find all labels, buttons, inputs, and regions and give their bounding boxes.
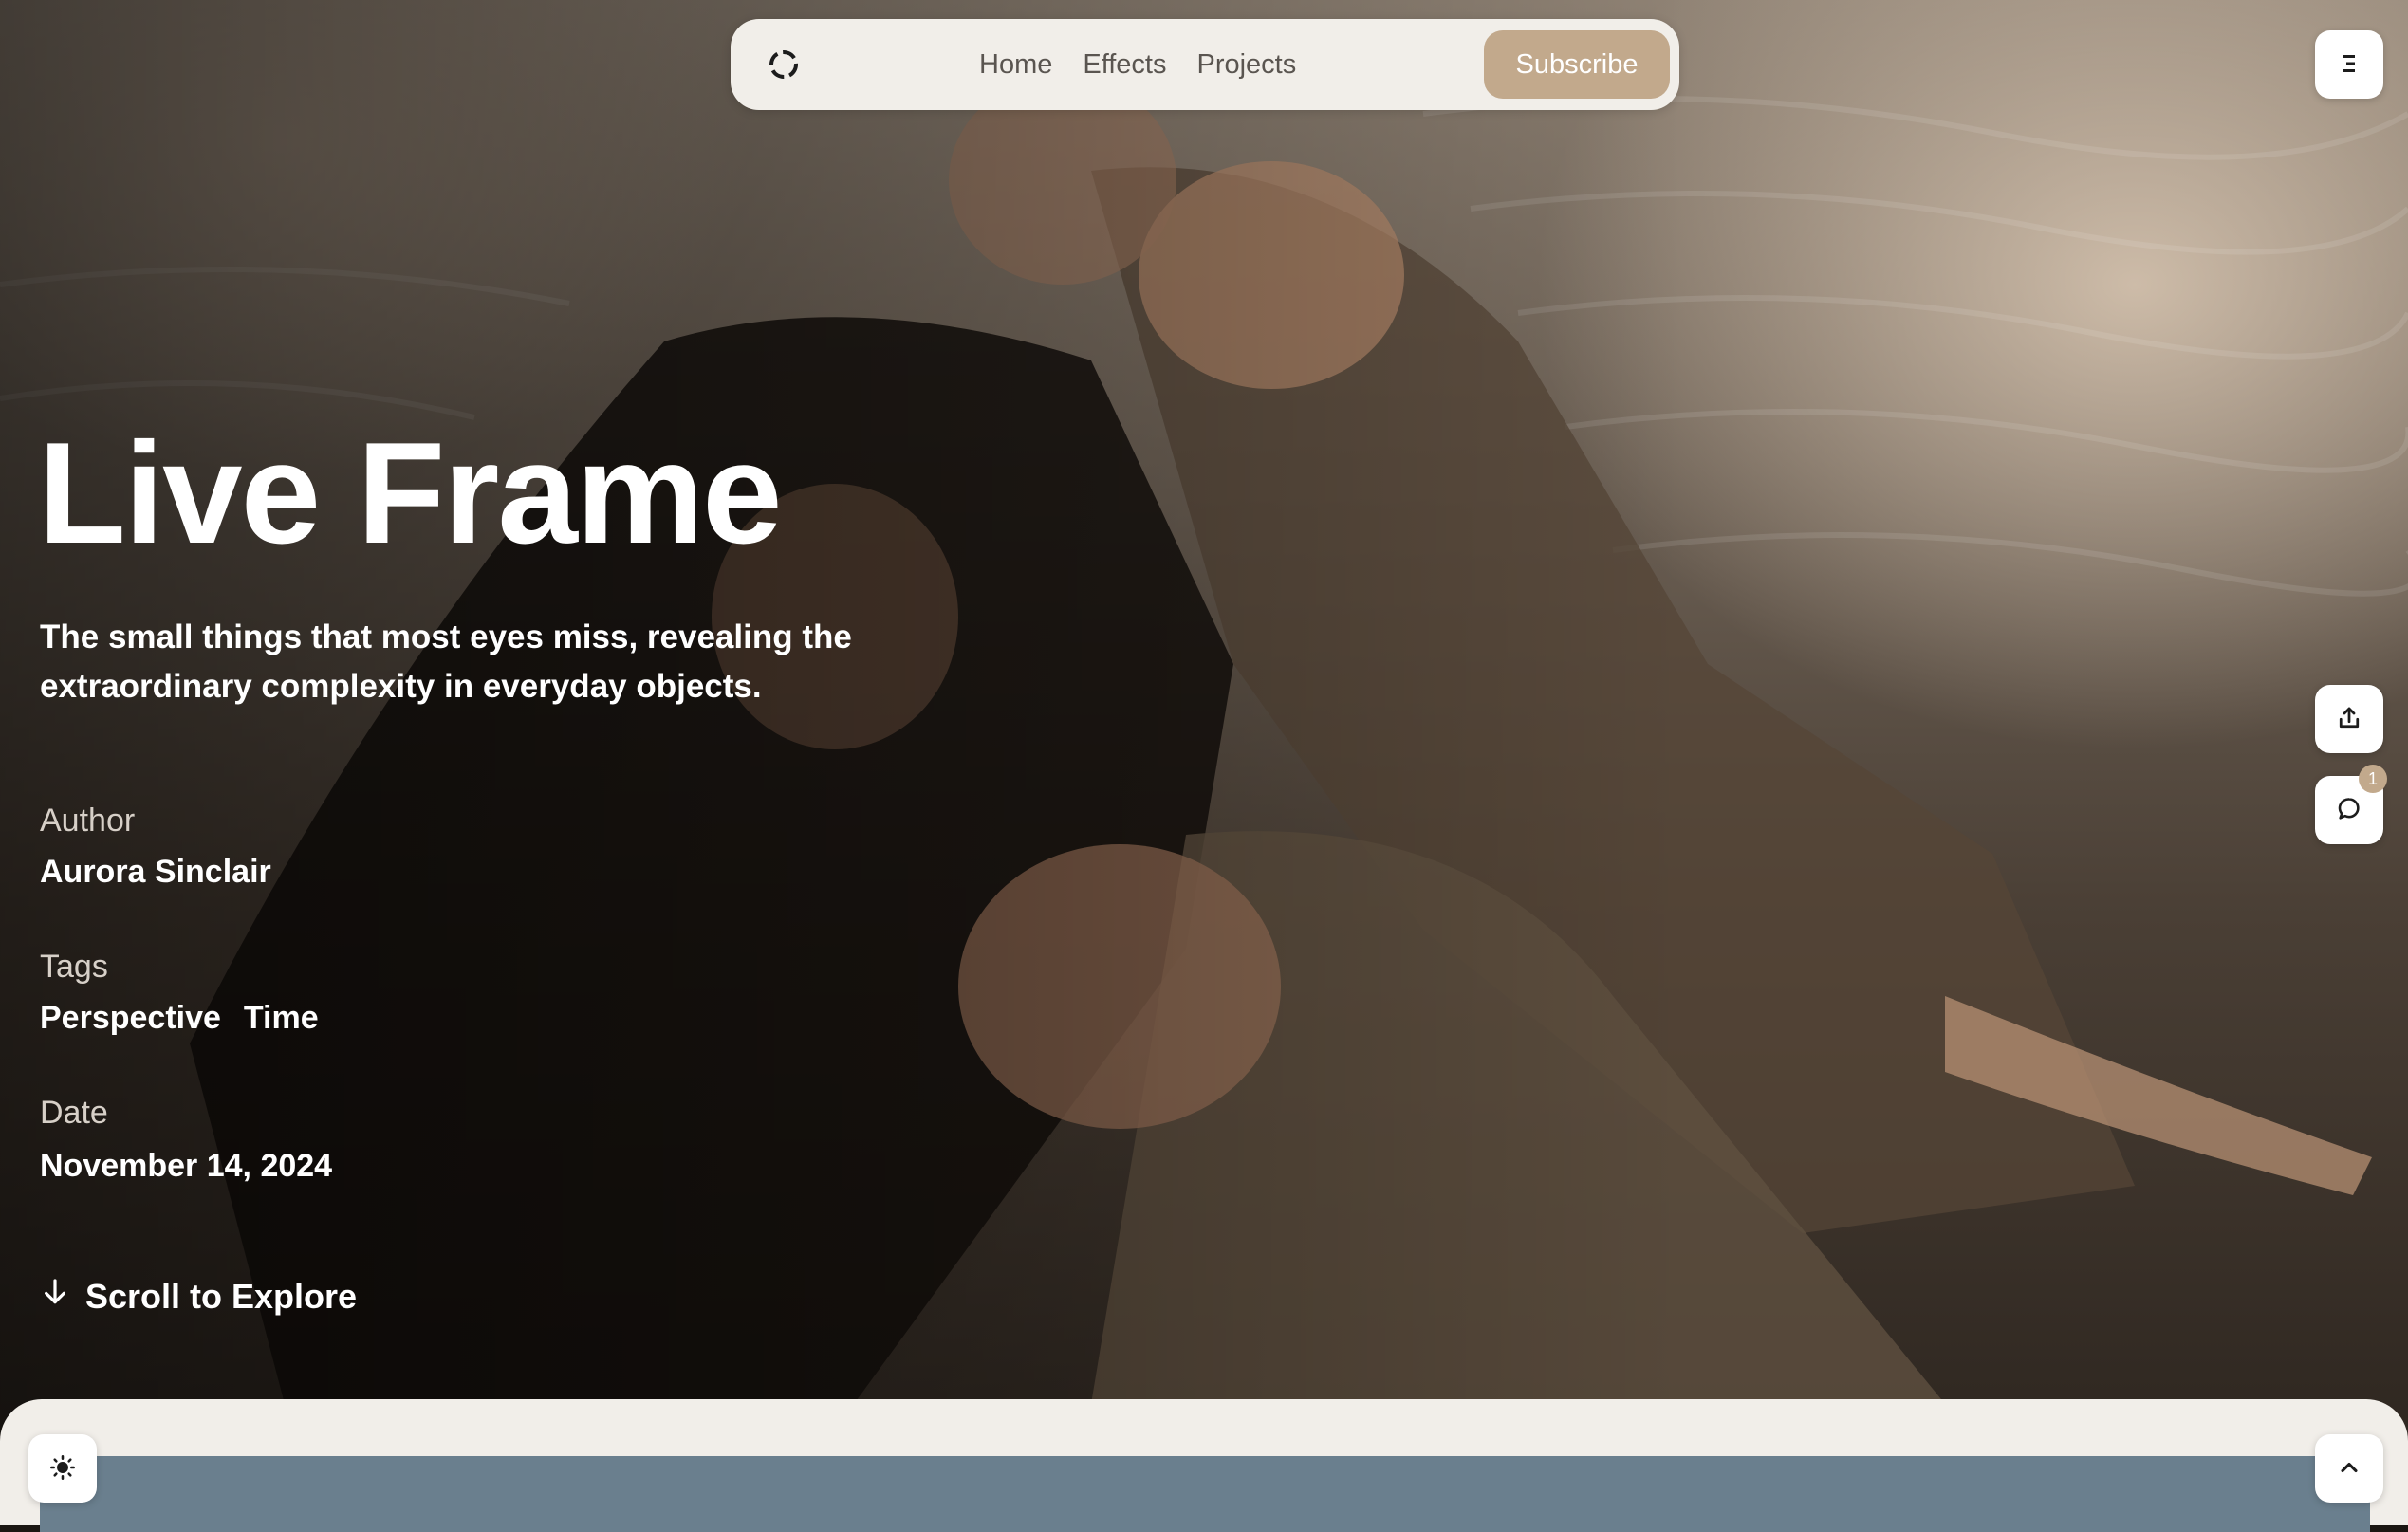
top-navbar: Home Effects Projects Subscribe (731, 19, 1679, 110)
author-name: Aurora Sinclair (40, 854, 271, 890)
loader-circle-icon[interactable] (767, 47, 801, 82)
chevron-up-icon (2336, 1454, 2362, 1484)
menu-button[interactable] (2315, 30, 2383, 99)
nav-link-home[interactable]: Home (979, 49, 1052, 81)
comment-count-badge: 1 (2359, 765, 2387, 793)
comment-icon (2336, 796, 2362, 825)
tags-label: Tags (40, 949, 108, 985)
author-label: Author (40, 803, 136, 839)
nav-links: Home Effects Projects (979, 19, 1296, 110)
scroll-to-explore-label: Scroll to Explore (85, 1276, 358, 1316)
date-label: Date (40, 1095, 108, 1131)
nav-link-effects[interactable]: Effects (1083, 49, 1166, 81)
share-button[interactable] (2315, 685, 2383, 753)
tag-time[interactable]: Time (244, 1000, 319, 1037)
page-subtitle: The small things that most eyes miss, re… (40, 618, 852, 705)
hero-overlay (0, 0, 2408, 1525)
subscribe-button[interactable]: Subscribe (1484, 30, 1670, 99)
arrow-down-icon (40, 1275, 70, 1318)
content-panel (0, 1399, 2408, 1532)
theme-toggle-button[interactable] (28, 1434, 97, 1503)
share-icon (2335, 704, 2363, 735)
tag-perspective[interactable]: Perspective (40, 1000, 221, 1037)
scroll-to-top-button[interactable] (2315, 1434, 2383, 1503)
tag-list: Perspective Time (40, 1000, 319, 1037)
scroll-to-explore-link[interactable]: Scroll to Explore (40, 1275, 357, 1318)
sun-icon (49, 1454, 76, 1484)
publish-date: November 14, 2024 (40, 1148, 333, 1184)
menu-icon (2338, 52, 2361, 78)
page-title: Live Frame (38, 413, 783, 574)
nav-link-projects[interactable]: Projects (1196, 49, 1296, 81)
content-image-preview (40, 1456, 2370, 1532)
